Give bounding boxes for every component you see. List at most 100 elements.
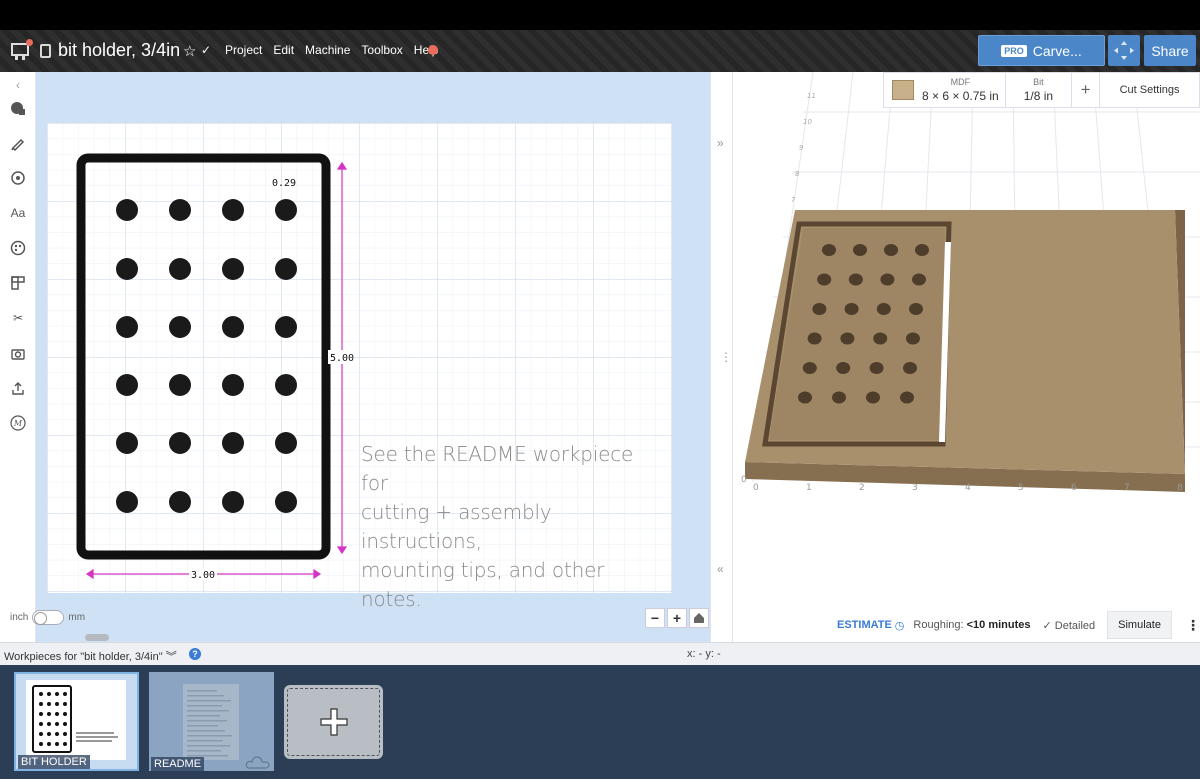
spacing-dimension-label[interactable]: 0.29 — [272, 178, 296, 189]
readme-note-text[interactable]: See the README workpiece for cutting + a… — [361, 440, 661, 614]
preview-x-tick-label: 7 — [1124, 483, 1130, 493]
drag-handle-icon[interactable]: ⋮ — [720, 350, 732, 364]
menu-project[interactable]: Project — [225, 43, 262, 57]
hole-3d-r2-c2 — [876, 303, 891, 315]
preview-y-tick-label: 9 — [799, 144, 804, 152]
material-selector[interactable]: MDF 8 × 6 × 0.75 in — [916, 73, 1006, 107]
zoom-controls: − + — [645, 608, 709, 628]
project-title[interactable]: bit holder, 3/4in — [58, 40, 180, 61]
hole-3d-r5-c2 — [866, 391, 880, 404]
thumb-hole — [63, 742, 67, 746]
menu-machine[interactable]: Machine — [305, 43, 350, 57]
thumb-hole — [47, 742, 51, 746]
bit-label: Bit — [1033, 77, 1044, 87]
horizontal-scrollbar[interactable] — [85, 634, 109, 641]
hole-r3-c1 — [169, 374, 191, 396]
expand-left-icon[interactable]: « — [717, 562, 724, 576]
hole-r2-c0 — [116, 316, 138, 338]
hole-r0-c3 — [275, 199, 297, 221]
preview-x-tick-label: 2 — [859, 483, 865, 493]
cut-settings-button[interactable]: Cut Settings — [1100, 73, 1199, 107]
add-workpiece-button[interactable] — [284, 685, 383, 759]
hole-r3-c0 — [116, 374, 138, 396]
main-menu: Project Edit Machine Toolbox Help — [225, 43, 438, 57]
hole-3d-r2-c0 — [812, 303, 827, 315]
roughing-label: Roughing: — [913, 619, 964, 631]
detailed-toggle[interactable]: ✓ Detailed — [1043, 619, 1096, 632]
tool-sidebar: ‹ Aa ✂ M — [0, 72, 36, 642]
estimate-label[interactable]: ESTIMATE — [837, 619, 892, 631]
thumb-hole — [47, 722, 51, 726]
hole-3d-r4-c0 — [802, 362, 817, 374]
more-options-icon[interactable]: ⋮ — [1186, 617, 1200, 634]
thumb-hole — [39, 722, 43, 726]
carve-button[interactable]: PRO Carve... — [978, 35, 1105, 66]
hole-r4-c1 — [169, 432, 191, 454]
thumb-hole — [47, 692, 51, 696]
workpiece-thumb-bit-holder[interactable]: BIT HOLDER — [14, 672, 139, 771]
thumb-hole — [63, 692, 67, 696]
carve-label: Carve... — [1032, 42, 1082, 59]
camera-icon[interactable] — [9, 344, 27, 362]
readme-thumb-line — [187, 720, 227, 722]
thumb-hole — [39, 712, 43, 716]
readme-thumb-line — [187, 715, 220, 717]
hole-r0-c0 — [116, 199, 138, 221]
simulate-button[interactable]: Simulate — [1107, 611, 1172, 639]
icons-palette-icon[interactable] — [9, 239, 27, 257]
pen-icon[interactable] — [9, 134, 27, 152]
star-icon[interactable]: ☆ — [183, 42, 196, 60]
add-bit-button[interactable]: + — [1072, 73, 1101, 107]
chevron-down-icon[interactable]: ✓ — [201, 43, 211, 57]
thumb-hole — [63, 722, 67, 726]
readme-thumb-line — [187, 735, 232, 737]
target-icon[interactable] — [9, 169, 27, 187]
notification-dot — [26, 39, 33, 46]
hole-3d-r2-c3 — [909, 303, 923, 315]
apps-m-icon[interactable]: M — [9, 414, 27, 432]
estimate-bar: ESTIMATE ◷ Roughing: <10 minutes ✓ Detai… — [733, 608, 1200, 642]
preview-x-tick-label: 5 — [1018, 483, 1024, 493]
height-dimension-label[interactable]: 5.00 — [330, 353, 354, 364]
hole-r1-c2 — [222, 258, 244, 280]
hole-r5-c3 — [275, 491, 297, 513]
thumb-hole — [55, 692, 59, 696]
text-icon[interactable]: Aa — [9, 204, 27, 222]
panel-divider[interactable]: » ⋮ « — [710, 72, 733, 642]
help-notification-dot — [428, 45, 438, 55]
material-swatch[interactable] — [892, 80, 914, 100]
preview-y-tick-label: 7 — [791, 196, 796, 204]
material-label: MDF — [950, 77, 971, 87]
expand-right-icon[interactable]: » — [717, 136, 724, 150]
unit-mm-label: mm — [68, 612, 86, 623]
bit-selector[interactable]: Bit 1/8 in — [1006, 73, 1073, 107]
workpiece-3d — [745, 210, 1185, 492]
import-icon[interactable] — [9, 379, 27, 397]
shape-icon[interactable] — [9, 99, 27, 117]
help-icon[interactable]: ? — [189, 648, 201, 660]
workpieces-label[interactable]: Workpieces for "bit holder, 3/4in" ︾ — [4, 648, 177, 664]
home-view-button[interactable] — [689, 608, 709, 628]
workpiece-thumb-readme[interactable]: README — [149, 672, 274, 771]
menu-toolbox[interactable]: Toolbox — [361, 43, 402, 57]
thumb-hole — [55, 742, 59, 746]
menu-edit[interactable]: Edit — [273, 43, 294, 57]
collapse-chevron-icon[interactable]: ‹ — [9, 76, 27, 94]
preview-origin-label: 0 — [741, 475, 747, 485]
thumb-hole — [47, 712, 51, 716]
zoom-in-button[interactable]: + — [667, 608, 687, 628]
app-header: bit holder, 3/4in ☆ ✓ Project Edit Machi… — [0, 30, 1200, 72]
thumb-hole — [55, 702, 59, 706]
locate-button[interactable] — [1108, 35, 1140, 66]
share-button[interactable]: Share — [1144, 35, 1196, 66]
readme-thumb-line — [187, 690, 217, 692]
hole-r5-c0 — [116, 491, 138, 513]
hole-r1-c0 — [116, 258, 138, 280]
zoom-out-button[interactable]: − — [645, 608, 665, 628]
width-dimension-label[interactable]: 3.00 — [191, 570, 215, 581]
preview-y-tick-label: 11 — [807, 92, 816, 100]
unit-toggle[interactable] — [32, 610, 65, 625]
3d-preview-panel[interactable]: 0 1 2 3 4 5 6 7 8 0 7 8 9 10 11 MDF 8 × 6 × 0.75 in B… — [733, 72, 1200, 642]
ruler-icon[interactable] — [9, 274, 27, 292]
scissors-icon[interactable]: ✂ — [9, 309, 27, 327]
